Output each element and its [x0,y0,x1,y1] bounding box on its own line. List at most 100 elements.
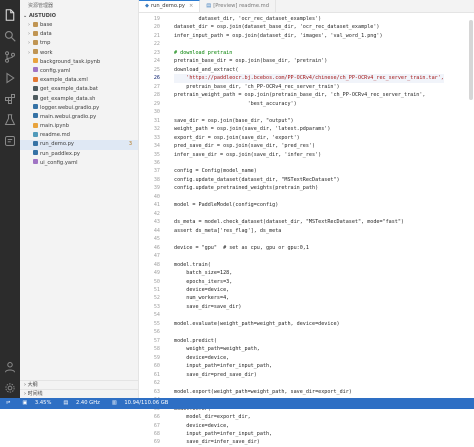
code-text: device=device, [174,422,230,429]
code-line[interactable]: 46 device = "gpu" # set as cpu, gpu or gp… [139,244,474,252]
code-line[interactable]: 57 model.predict( [139,337,474,345]
code-text: weight_path=weight_path, [174,346,260,353]
code-line[interactable]: 45 [139,235,474,243]
code-line[interactable]: 35 infer_save_dir = osp.join(save_dir, 'i… [139,151,474,159]
code-line[interactable]: 34 pred_save_dir = osp.join(save_dir, 'pr… [139,142,474,150]
source-control-icon[interactable] [4,51,16,63]
tree-item[interactable]: › tmp [20,39,138,48]
code-line[interactable]: 54 [139,311,474,319]
code-line[interactable]: 51 device=device, [139,286,474,294]
code-line[interactable]: 61 save_dir=pred_save_dir) [139,371,474,379]
jupyter-icon[interactable] [4,135,16,147]
code-line[interactable]: 50 epochs_iters=3, [139,278,474,286]
code-line[interactable]: 58 weight_path=weight_path, [139,345,474,353]
workspace-root-label: AISTUDIO [28,13,57,19]
code-line[interactable]: 26 'https://paddleocr.bj.bcebos.com/PP-O… [139,74,474,83]
code-line[interactable]: 47 [139,252,474,260]
code-line[interactable]: 23 # download pretrain [139,49,474,57]
tree-item[interactable]: run_demo.py 3 [20,140,138,150]
code-line[interactable]: 43 ds_meta = model.check_dataset(dataset_… [139,218,474,226]
tree-item[interactable]: main.webui.gradio.py [20,113,138,122]
timeline-section-label: 时间线 [27,391,43,397]
code-line[interactable]: 31 save_dir = osp.join(base_dir, "output"… [139,117,474,125]
code-line[interactable]: 44 assert ds_meta['res_flag'], ds_meta [139,227,474,235]
code-line[interactable]: 33 export_dir = osp.join(save_dir, 'expor… [139,134,474,142]
explorer-icon[interactable] [4,9,16,21]
code-line[interactable]: 68 input_path=infer_input_path, [139,430,474,438]
code-line[interactable]: 36 [139,159,474,167]
code-line[interactable]: 69 save_dir=infer_save_dir) [139,438,474,446]
tree-item[interactable]: get_example_data.sh [20,95,138,104]
code-line[interactable]: 55 model.evaluate(weight_path=weight_path… [139,320,474,328]
tab-readme-preview[interactable]: ▤ [Preview] readme.md [200,0,277,12]
extensions-icon[interactable] [4,93,16,105]
code-line[interactable]: 52 num_workers=4, [139,294,474,302]
vertical-scrollbar[interactable] [469,20,473,100]
code-line[interactable]: 48 model.train( [139,261,474,269]
memory-usage-value: 10.94/110.06 GB [124,400,169,406]
code-line[interactable]: 49 batch_size=128, [139,269,474,277]
tree-item[interactable]: config.yaml [20,67,138,76]
tab-run-demo[interactable]: ◆ run_demo.py × [139,0,201,12]
code-line[interactable]: 62 [139,379,474,387]
code-line[interactable]: 19 dataset_dir, 'ocr_rec_dataset_example… [139,15,474,23]
close-icon[interactable]: × [189,3,193,9]
code-line[interactable]: 25 download_and_extract( [139,66,474,74]
code-line[interactable]: 21 infer_input_path = osp.join(dataset_di… [139,32,474,40]
tree-item[interactable]: get_example_data.bat [20,85,138,94]
outline-section[interactable]: › 大纲 [20,380,138,389]
code-text: model.evaluate(weight_path=weight_path, … [174,320,340,327]
tree-item[interactable]: background_task.ipynb [20,58,138,67]
code-line[interactable]: 28 pretrain_weight_path = osp.join(pretra… [139,91,474,99]
file-icon [33,85,38,91]
tree-item[interactable]: example_data.xml [20,76,138,85]
code-line[interactable]: 22 [139,40,474,48]
code-line[interactable]: 53 save_dir=save_dir) [139,303,474,311]
file-icon [33,58,38,64]
code-line[interactable]: 42 [139,210,474,218]
problem-count-badge: 3 [128,141,132,148]
code-line[interactable]: 56 [139,328,474,336]
testing-icon[interactable] [4,114,16,126]
tree-item[interactable]: › base [20,21,138,30]
tree-item[interactable]: › work [20,49,138,58]
code-line[interactable]: 41 model = PaddleModel(config=config) [139,201,474,209]
code-line[interactable]: 24 pretrain_base_dir = osp.join(base_dir,… [139,57,474,65]
code-line[interactable]: 30 [139,108,474,116]
account-icon[interactable] [4,361,16,373]
code-line[interactable]: 37 config = Config(model_name) [139,167,474,175]
tree-item[interactable]: ui_config.yaml [20,159,138,168]
workspace-root[interactable]: ⌄ AISTUDIO [20,12,138,21]
line-number: 49 [153,270,160,277]
tree-item[interactable]: main.ipynb [20,122,138,131]
code-line[interactable]: 66 model_dir=export_dir, [139,413,474,421]
code-line[interactable]: 67 device=device, [139,422,474,430]
tree-item[interactable]: logger.webui.gradio.py [20,104,138,113]
remote-indicator-icon[interactable]: ⇌ [6,398,10,409]
timeline-section[interactable]: › 时间线 [20,389,138,398]
code-line[interactable]: 20 dataset_dir = osp.join(dataset_base_di… [139,23,474,31]
code-line[interactable]: 39 config.update_pretrained_weights(pretr… [139,184,474,192]
code-line[interactable]: 59 device=device, [139,354,474,362]
line-number: 40 [153,193,160,200]
code-line[interactable]: 29 'best_accuracy') [139,100,474,108]
search-icon[interactable] [4,30,16,42]
tree-item[interactable]: run_paddlex.py [20,150,138,159]
cpu-frequency-value: 2.40 GHz [75,400,100,406]
code-line[interactable]: 63 model.export(weight_path=weight_path, … [139,388,474,396]
code-line[interactable]: 40 [139,193,474,201]
code-line[interactable]: 27 pretrain_base_dir, 'ch_PP-OCRv4_rec_s… [139,83,474,91]
code-line[interactable]: 60 input_path=infer_input_path, [139,362,474,370]
folder-icon [33,39,38,45]
code-line[interactable]: 38 config.update_dataset(dataset_dir, "MS… [139,176,474,184]
code-editor[interactable]: 19 dataset_dir, 'ocr_rec_dataset_example… [139,13,474,447]
run-debug-icon[interactable] [4,72,16,84]
line-number: 57 [153,337,160,344]
code-line[interactable]: 32 weight_path = osp.join(save_dir, 'late… [139,125,474,133]
code-text: input_path=infer_input_path, [174,430,273,437]
tree-item[interactable]: › data [20,30,138,39]
gear-icon[interactable] [4,382,16,394]
folder-icon [33,30,38,36]
code-text: save_dir = osp.join(base_dir, "output") [174,117,294,124]
tree-item[interactable]: readme.md [20,131,138,140]
